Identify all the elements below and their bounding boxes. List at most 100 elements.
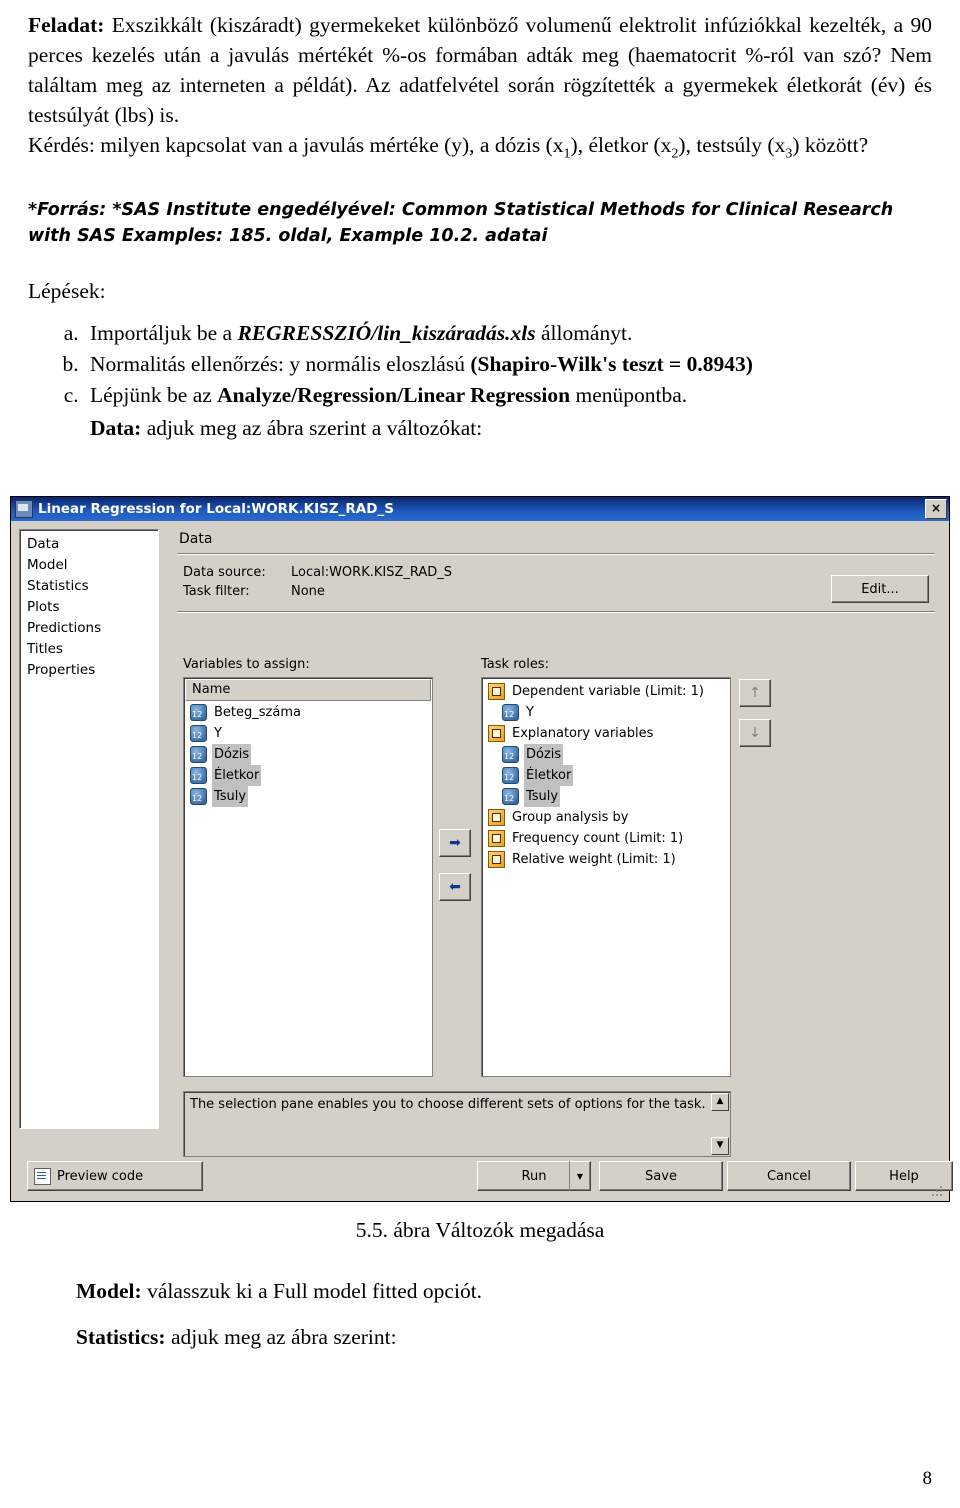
list-item[interactable]: Y (482, 702, 730, 725)
edit-button[interactable]: Edit... (831, 575, 929, 603)
selection-pane[interactable]: Data Model Statistics Plots Predictions … (19, 529, 159, 1129)
step-b: Normalitás ellenőrzés: y normális eloszl… (84, 349, 932, 380)
sidebar-item-plots[interactable]: Plots (24, 597, 158, 618)
assign-left-button[interactable]: ⬅ (439, 873, 471, 901)
role-label: Tsuly (524, 786, 561, 807)
numeric-variable-icon (190, 746, 207, 767)
list-item[interactable]: Tsuly (482, 786, 730, 809)
list-item[interactable]: Beteg_száma (184, 702, 432, 725)
question-mid-2: ), testsúly (x (678, 133, 786, 157)
list-item[interactable]: Életkor (482, 765, 730, 788)
list-item[interactable]: Frequency count (Limit: 1) (482, 828, 730, 849)
sidebar-item-statistics[interactable]: Statistics (24, 576, 158, 597)
steps-list: Importáljuk be a REGRESSZIÓ/lin_kiszárad… (28, 318, 932, 444)
role-icon (488, 830, 505, 847)
save-button[interactable]: Save (599, 1161, 723, 1191)
role-label: Frequency count (Limit: 1) (512, 831, 684, 846)
subscript-1: 1 (563, 146, 571, 162)
hint-scrollbar[interactable]: ▲ ▼ (711, 1093, 729, 1155)
dialog-titlebar: Linear Regression for Local:WORK.KISZ_RA… (11, 497, 949, 521)
model-line: Model: válasszuk ki a Full model fitted … (76, 1268, 482, 1314)
role-label: Életkor (524, 765, 574, 786)
numeric-variable-icon (190, 788, 207, 809)
task-label: Feladat: (28, 13, 105, 37)
variables-label: Variables to assign: (183, 657, 310, 672)
task-filter-row: Task filter: None (183, 584, 941, 599)
variable-name: Tsuly (212, 786, 249, 807)
list-item[interactable]: Dózis (184, 744, 432, 767)
numeric-variable-icon (502, 746, 519, 767)
data-source-label: Data source: (183, 565, 266, 580)
statistics-text: adjuk meg az ábra szerint: (165, 1325, 397, 1349)
role-label: Relative weight (Limit: 1) (512, 852, 676, 867)
list-item[interactable]: Explanatory variables (482, 723, 730, 744)
step-c: Lépjünk be az Analyze/Regression/Linear … (84, 380, 932, 444)
move-down-button[interactable]: ↓ (739, 719, 771, 747)
step-a: Importáljuk be a REGRESSZIÓ/lin_kiszárad… (84, 318, 932, 349)
list-item[interactable]: Dependent variable (Limit: 1) (482, 681, 730, 702)
sidebar-item-data[interactable]: Data (27, 536, 59, 552)
task-roles-listbox[interactable]: Dependent variable (Limit: 1) Y Explanat… (481, 677, 731, 1077)
divider-top (177, 553, 935, 555)
page-number: 8 (922, 1468, 933, 1489)
cancel-button[interactable]: Cancel (727, 1161, 851, 1191)
variable-name: Dózis (212, 744, 252, 765)
sidebar-item-properties[interactable]: Properties (24, 660, 158, 681)
chevron-down-icon[interactable]: ▼ (569, 1161, 590, 1191)
model-label: Model: (76, 1279, 142, 1303)
role-label: Group analysis by (512, 810, 629, 825)
numeric-variable-icon (502, 788, 519, 809)
assign-right-button[interactable]: ➡ (439, 829, 471, 857)
sidebar-item-predictions[interactable]: Predictions (24, 618, 158, 639)
question-suffix: ) között? (792, 133, 869, 157)
list-item[interactable]: Tsuly (184, 786, 432, 809)
step-c-pre: Lépjünk be az (90, 383, 218, 408)
step-c-post: menüpontba. (570, 383, 688, 408)
step-b-bold: (Shapiro-Wilk's teszt = 0.8943) (470, 352, 753, 377)
variables-column-header: Name (185, 679, 431, 701)
close-icon[interactable]: × (925, 499, 947, 519)
run-button[interactable]: Run ▼ (477, 1161, 591, 1191)
list-item[interactable]: Dózis (482, 744, 730, 767)
list-item[interactable]: Group analysis by (482, 807, 730, 828)
data-rest: adjuk meg az ábra szerint a változókat: (141, 416, 483, 441)
step-a-bold: REGRESSZIÓ/lin_kiszáradás.xls (237, 321, 536, 346)
role-icon (488, 851, 505, 868)
linear-regression-dialog: Linear Regression for Local:WORK.KISZ_RA… (10, 496, 953, 1202)
variable-name: Életkor (212, 765, 262, 786)
list-item[interactable]: Y (184, 723, 432, 746)
step-a-post: állományt. (535, 321, 633, 346)
statistics-label: Statistics: (76, 1325, 166, 1349)
question-prefix: Kérdés: milyen kapcsolat van a javulás m… (28, 133, 564, 157)
task-filter-value: None (291, 584, 325, 599)
data-source-value: Local:WORK.KISZ_RAD_S (291, 565, 453, 580)
task-body: Exszikkált (kiszáradt) gyermekeket külön… (28, 13, 932, 127)
window-icon (15, 500, 33, 518)
role-icon (488, 725, 505, 742)
sidebar-item-titles[interactable]: Titles (24, 639, 158, 660)
resize-grip[interactable] (931, 1184, 945, 1198)
scroll-down-icon[interactable]: ▼ (711, 1137, 729, 1155)
after-figure-text: Model: válasszuk ki a Full model fitted … (76, 1268, 482, 1360)
list-item[interactable]: Relative weight (Limit: 1) (482, 849, 730, 870)
role-icon (488, 809, 505, 826)
model-text: válasszuk ki a Full model fitted opciót. (141, 1279, 483, 1303)
hint-box: The selection pane enables you to choose… (183, 1091, 731, 1157)
panel-heading: Data (179, 531, 213, 547)
numeric-variable-icon (502, 767, 519, 788)
data-source-row: Data source: Local:WORK.KISZ_RAD_S (183, 565, 941, 580)
variables-listbox[interactable]: Name Beteg_száma Y Dózis (183, 677, 433, 1077)
list-item[interactable]: Életkor (184, 765, 432, 788)
numeric-variable-icon (502, 704, 519, 725)
move-up-button[interactable]: ↑ (739, 679, 771, 707)
question-mid-1: ), életkor (x (570, 133, 672, 157)
data-panel: Data Data source: Local:WORK.KISZ_RAD_S … (171, 529, 941, 1157)
step-b-pre: Normalitás ellenőrzés: y normális eloszl… (90, 352, 471, 377)
statistics-line: Statistics: adjuk meg az ábra szerint: (76, 1314, 482, 1360)
task-paragraph: Feladat: Exszikkált (kiszáradt) gyermeke… (28, 10, 932, 169)
step-a-pre: Importáljuk be a (90, 321, 238, 346)
preview-code-button[interactable]: Preview code (27, 1161, 203, 1191)
step-c-bold: Analyze/Regression/Linear Regression (217, 383, 571, 408)
scroll-up-icon[interactable]: ▲ (711, 1093, 729, 1111)
sidebar-item-model[interactable]: Model (24, 555, 158, 576)
